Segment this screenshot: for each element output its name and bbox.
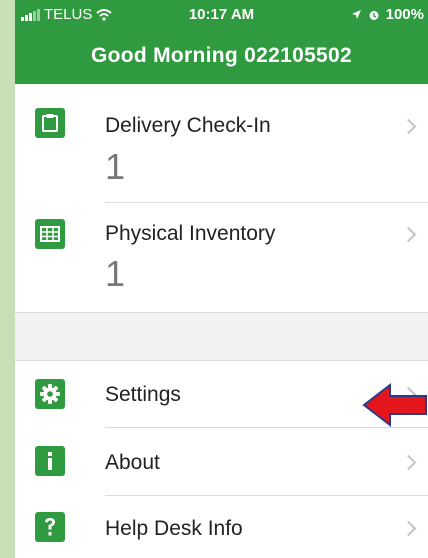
alarm-icon	[369, 10, 379, 20]
status-bar: TELUS 10:17 AM 100%	[15, 6, 428, 28]
status-right: 100%	[351, 6, 424, 23]
task-count: 1	[105, 253, 126, 294]
clipboard-icon	[35, 108, 65, 138]
inventory-grid-icon	[35, 219, 65, 249]
task-list: Delivery Check-In 1 Physical Inventory 1	[15, 84, 428, 312]
menu-item-label: Help Desk Info	[105, 517, 243, 540]
menu-item-label: About	[105, 451, 160, 474]
gear-icon	[35, 379, 65, 409]
chevron-right-icon	[400, 454, 417, 471]
greeting-title: Good Morning 022105502	[90, 44, 352, 67]
menu-item-help-desk-info[interactable]: Help Desk Info	[15, 496, 428, 558]
phone-screen: TELUS 10:17 AM 100% Good Morning 0221055…	[15, 0, 428, 558]
annotation-arrow-icon	[362, 382, 427, 428]
task-row-physical-inventory[interactable]: Physical Inventory 1	[15, 203, 428, 312]
battery-percent: 100%	[385, 6, 424, 23]
task-label: Delivery Check-In	[105, 114, 271, 137]
question-icon	[35, 512, 65, 542]
info-icon	[35, 446, 65, 476]
chevron-right-icon	[400, 520, 417, 537]
chevron-right-icon	[400, 226, 417, 243]
location-arrow-icon	[351, 10, 361, 19]
app-header: TELUS 10:17 AM 100% Good Morning 0221055…	[15, 0, 428, 84]
section-divider	[15, 312, 428, 313]
task-row-delivery-check-in[interactable]: Delivery Check-In 1	[15, 84, 428, 202]
menu-item-label: Settings	[105, 383, 181, 406]
menu-item-about[interactable]: About	[15, 428, 428, 495]
task-count: 1	[105, 146, 126, 187]
task-label: Physical Inventory	[105, 222, 276, 245]
chevron-right-icon	[400, 118, 417, 135]
